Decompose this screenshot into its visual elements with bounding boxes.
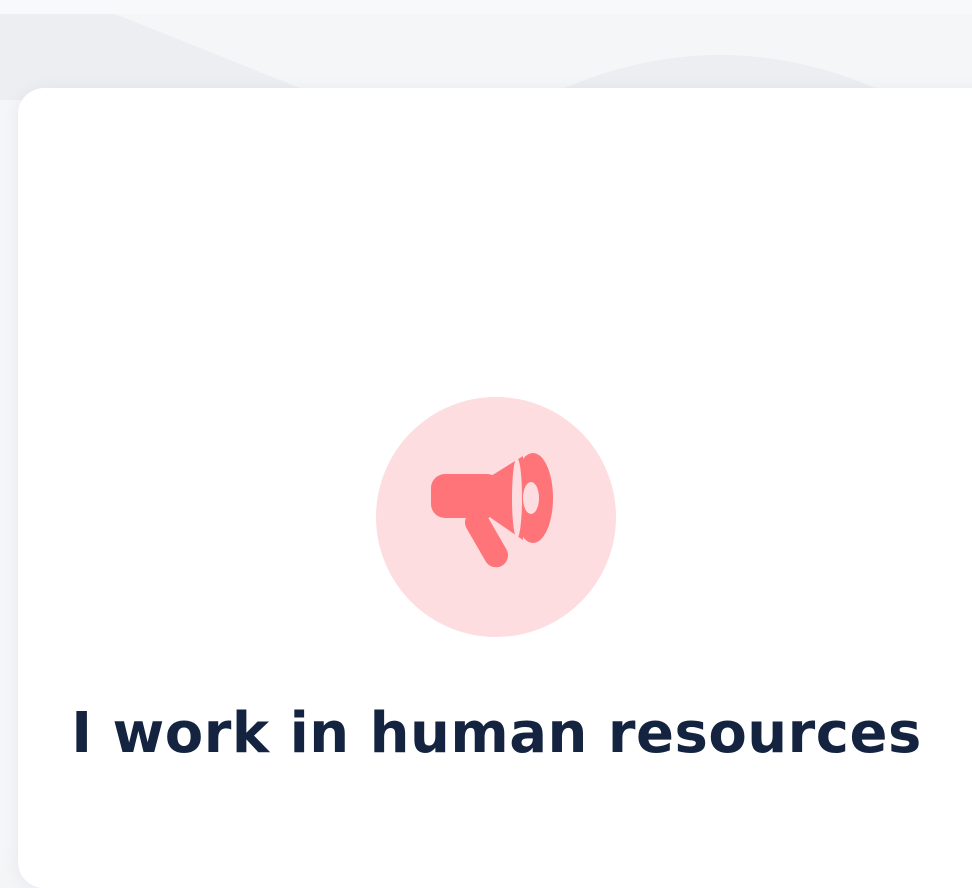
option-title: I work in human resources xyxy=(71,701,922,766)
megaphone-icon xyxy=(431,453,553,568)
icon-badge xyxy=(376,397,616,637)
role-option-card[interactable]: I work in human resources xyxy=(18,88,972,888)
